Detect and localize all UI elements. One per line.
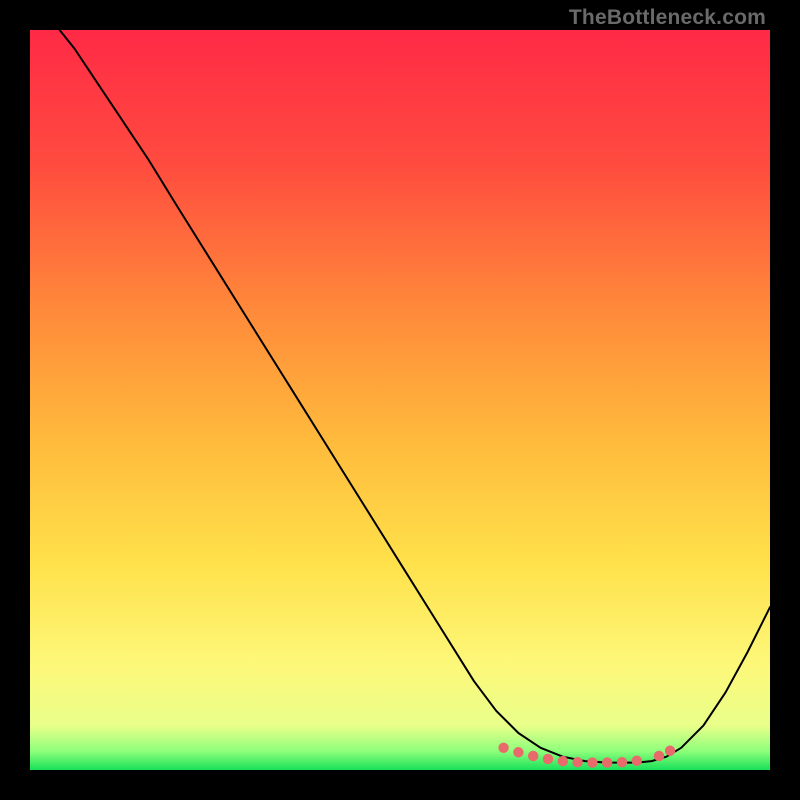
highlight-dot <box>602 757 612 767</box>
highlight-dot <box>498 743 508 753</box>
highlight-dot <box>513 747 523 757</box>
highlight-dot <box>665 746 675 756</box>
highlight-dot <box>572 757 582 767</box>
highlight-dot <box>543 754 553 764</box>
highlight-dot <box>558 756 568 766</box>
highlight-dot <box>632 756 642 766</box>
highlight-dot <box>654 751 664 761</box>
plot-frame <box>30 30 770 770</box>
highlight-dot <box>528 751 538 761</box>
bottleneck-chart <box>30 30 770 770</box>
highlight-dot <box>617 757 627 767</box>
highlight-dot <box>587 757 597 767</box>
gradient-background <box>30 30 770 770</box>
watermark-text: TheBottleneck.com <box>569 6 766 30</box>
